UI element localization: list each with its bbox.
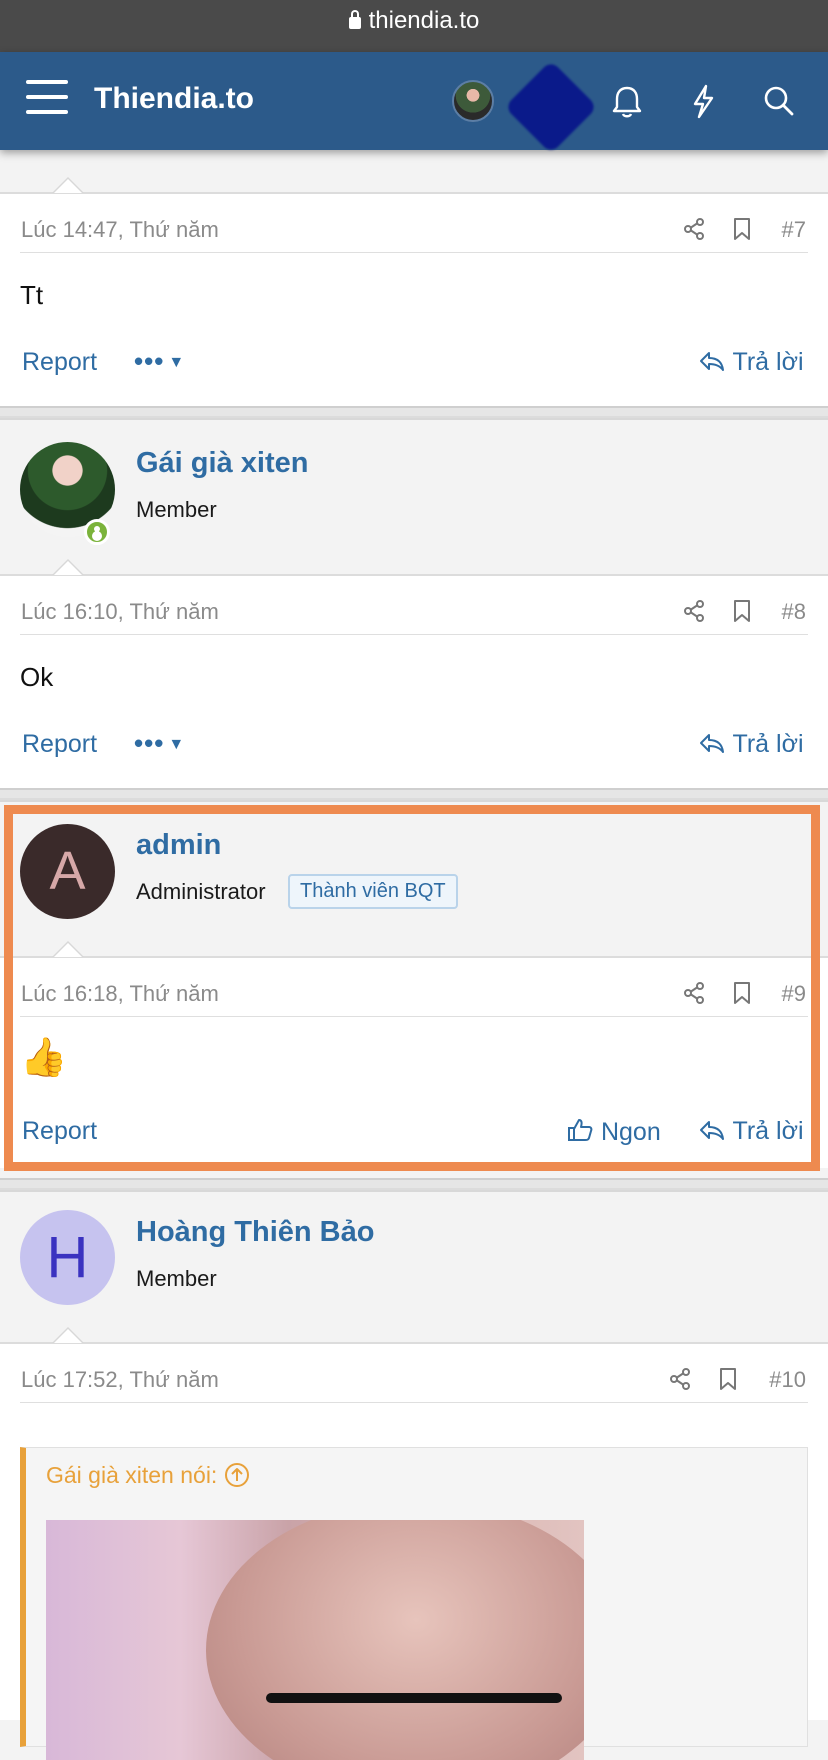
user-role: Member: [136, 497, 217, 522]
post-number[interactable]: #9: [782, 981, 806, 1007]
reply-icon: [698, 731, 726, 755]
post-arrow: [52, 1327, 84, 1343]
share-icon[interactable]: [681, 980, 707, 1006]
report-link[interactable]: Report: [22, 1117, 97, 1146]
site-brand[interactable]: Thiendia.to: [94, 82, 254, 116]
post-time[interactable]: Lúc 16:18, Thứ năm: [21, 981, 219, 1007]
divider: [20, 634, 808, 635]
bookmark-icon[interactable]: [729, 216, 755, 242]
bookmark-icon[interactable]: [715, 1366, 741, 1392]
redacted-blob: [504, 60, 598, 154]
quote-author-link[interactable]: Gái già xiten nói:: [46, 1462, 250, 1489]
post-8-user-header: [0, 418, 828, 576]
lock-icon: [348, 10, 361, 29]
staff-badge: Thành viên BQT: [288, 874, 458, 909]
username-link[interactable]: Hoàng Thiên Bảo: [136, 1216, 374, 1249]
user-role: Member: [136, 1266, 217, 1291]
online-status-icon: [84, 519, 110, 545]
browser-url-bar[interactable]: thiendia.to: [0, 0, 828, 52]
more-options-button[interactable]: ••• ▼: [134, 346, 184, 377]
post-number[interactable]: #10: [769, 1367, 806, 1393]
bookmark-icon[interactable]: [729, 598, 755, 624]
menu-icon[interactable]: [26, 80, 68, 120]
report-link[interactable]: Report: [22, 348, 97, 377]
more-options-button[interactable]: ••• ▼: [134, 728, 184, 759]
top-navbar: Thiendia.to: [0, 52, 828, 154]
post-time[interactable]: Lúc 16:10, Thứ năm: [21, 599, 219, 625]
post-separator: [0, 1178, 828, 1190]
user-role: Administrator: [136, 879, 266, 904]
divider: [20, 1402, 808, 1403]
post-arrow: [52, 559, 84, 575]
thumbs-up-icon: [566, 1117, 594, 1143]
post-content: Ok: [20, 662, 54, 692]
post-separator: [0, 406, 828, 418]
url-text: thiendia.to: [368, 7, 480, 34]
post-time[interactable]: Lúc 14:47, Thứ năm: [21, 217, 219, 243]
search-icon[interactable]: [754, 76, 804, 126]
user-avatar-admin[interactable]: A: [20, 824, 115, 919]
reply-icon: [698, 349, 726, 373]
post-content: Tt: [20, 280, 44, 310]
post-arrow: [52, 941, 84, 957]
reply-button[interactable]: Trả lời: [698, 1117, 804, 1146]
reply-button[interactable]: Trả lời: [698, 730, 804, 759]
quoted-image[interactable]: [46, 1520, 584, 1760]
reply-icon: [698, 1118, 726, 1142]
divider: [20, 1016, 808, 1017]
share-icon[interactable]: [681, 598, 707, 624]
report-link[interactable]: Report: [22, 730, 97, 759]
bell-icon[interactable]: [602, 76, 652, 126]
post-number[interactable]: #7: [782, 217, 806, 243]
user-avatar-hoang-thien-bao[interactable]: H: [20, 1210, 115, 1305]
post-separator: [0, 788, 828, 800]
lightning-icon[interactable]: [678, 76, 728, 126]
share-icon[interactable]: [667, 1366, 693, 1392]
username-link[interactable]: Gái già xiten: [136, 447, 308, 480]
post-10-user-header: [0, 1190, 828, 1344]
divider: [20, 252, 808, 253]
username-link[interactable]: admin: [136, 829, 221, 862]
user-avatar[interactable]: [452, 80, 494, 122]
bookmark-icon[interactable]: [729, 980, 755, 1006]
arrow-up-circle-icon[interactable]: [224, 1462, 250, 1488]
post-arrow: [52, 177, 84, 193]
thumbs-up-emoji: 👍: [20, 1037, 68, 1079]
home-indicator[interactable]: [266, 1693, 562, 1703]
share-icon[interactable]: [681, 216, 707, 242]
reply-button[interactable]: Trả lời: [698, 348, 804, 377]
like-button[interactable]: Ngon: [566, 1117, 661, 1147]
post-number[interactable]: #8: [782, 599, 806, 625]
post-time[interactable]: Lúc 17:52, Thứ năm: [21, 1367, 219, 1393]
